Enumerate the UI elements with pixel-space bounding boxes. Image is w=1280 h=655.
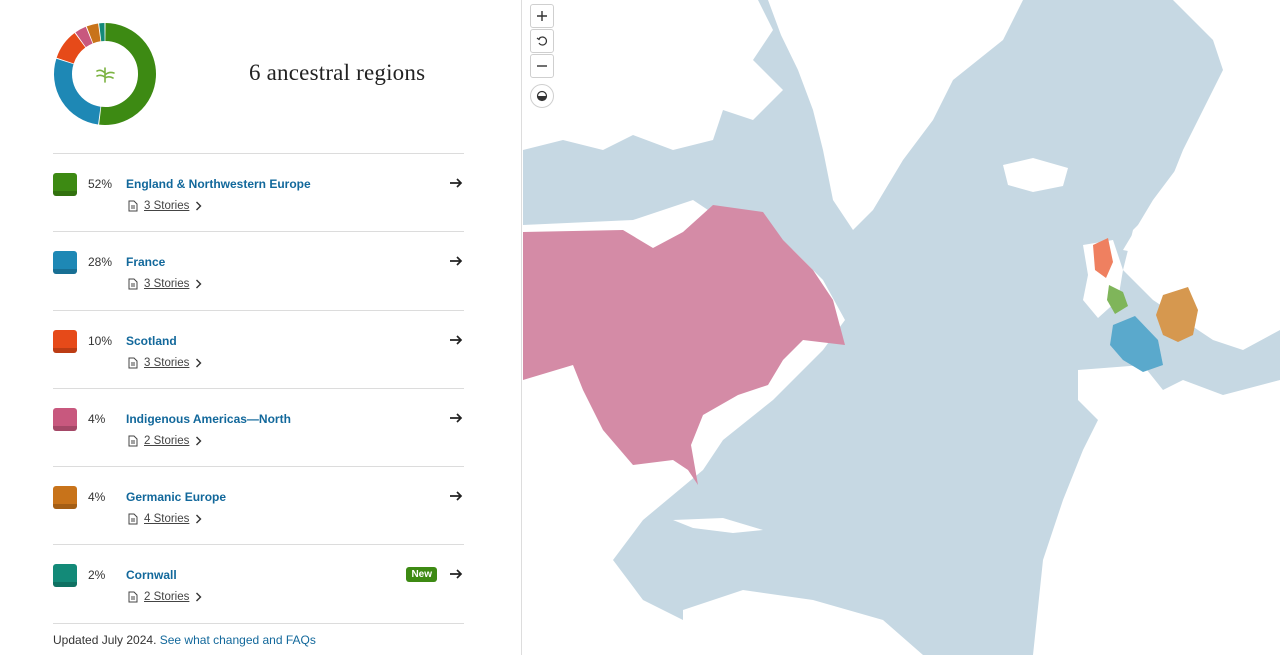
region-percent: 4% [88, 490, 106, 505]
footer-note: Updated July 2024. See what changed and … [53, 633, 316, 647]
updated-text: Updated July 2024. [53, 633, 157, 647]
document-icon [128, 435, 138, 447]
region-name-link[interactable]: France [126, 255, 165, 269]
region-color-swatch [53, 486, 77, 510]
region-name-link[interactable]: Cornwall [126, 568, 177, 582]
footer-divider [53, 623, 464, 624]
chevron-right-icon [196, 592, 202, 602]
reset-icon [536, 36, 547, 46]
regions-list: 52% England & Northwestern Europe 3 Stor… [53, 153, 464, 623]
document-icon [128, 513, 138, 525]
ancestry-leaf-icon [90, 60, 120, 90]
region-color-swatch [53, 251, 77, 275]
region-color-swatch [53, 173, 77, 196]
stories-label: 2 Stories [144, 434, 190, 447]
donut-segment-2 [56, 33, 86, 64]
plus-icon [537, 11, 547, 21]
contrast-toggle-button[interactable] [530, 84, 554, 108]
stories-label: 2 Stories [144, 591, 190, 604]
ancestry-map[interactable] [523, 0, 1280, 655]
stories-link[interactable]: 3 Stories [128, 278, 202, 290]
region-percent: 2% [88, 568, 106, 583]
region-color-swatch [53, 407, 77, 431]
region-color-swatch [53, 564, 77, 588]
map-canvas[interactable] [523, 0, 1280, 655]
donut-segment-3 [75, 26, 93, 48]
stories-label: 3 Stories [144, 200, 190, 212]
regions-heading: 6 ancestral regions [249, 60, 426, 85]
stories-link[interactable]: 3 Stories [128, 357, 202, 369]
arrow-right-icon[interactable] [448, 253, 464, 269]
region-row-france[interactable]: 28% France 3 Stories [53, 231, 464, 309]
faq-link[interactable]: See what changed and FAQs [160, 633, 316, 647]
region-row-germanic-europe[interactable]: 4% Germanic Europe 4 Stories [53, 466, 464, 544]
stories-label: 4 Stories [144, 513, 190, 526]
chevron-right-icon [196, 514, 202, 524]
region-percent: 52% [88, 177, 113, 191]
stories-label: 3 Stories [144, 278, 190, 291]
map-controls [530, 4, 554, 108]
region-row-scotland[interactable]: 10% Scotland 3 Stories [53, 309, 464, 388]
region-color-swatch [53, 329, 77, 353]
zoom-in-button[interactable] [530, 4, 554, 28]
new-badge: New [406, 567, 437, 583]
region-percent: 28% [88, 255, 113, 270]
region-row-cornwall[interactable]: 2% Cornwall New 2 Stories [53, 544, 464, 622]
results-panel: 6 ancestral regions 52% England & Northw… [0, 0, 522, 655]
stories-label: 3 Stories [144, 356, 190, 369]
region-percent: 4% [88, 411, 106, 426]
arrow-right-icon[interactable] [448, 488, 464, 504]
region-name-link[interactable]: Indigenous Americas—North [126, 412, 291, 426]
donut-segment-4 [86, 23, 101, 44]
document-icon [128, 200, 138, 212]
contrast-icon [536, 90, 548, 102]
stories-link[interactable]: 3 Stories [128, 200, 202, 212]
region-name-link[interactable]: Germanic Europe [126, 490, 226, 504]
arrow-right-icon[interactable] [448, 332, 464, 348]
stories-link[interactable]: 2 Stories [128, 591, 202, 603]
region-row-indigenous-americas[interactable]: 4% Indigenous Americas—North 2 Stories [53, 387, 464, 466]
zoom-out-button[interactable] [530, 54, 554, 78]
minus-icon [537, 65, 547, 67]
stories-link[interactable]: 4 Stories [128, 513, 202, 525]
chevron-right-icon [196, 436, 202, 446]
document-icon [128, 591, 138, 603]
region-percent: 10% [88, 333, 113, 348]
chevron-right-icon [196, 358, 202, 368]
arrow-right-icon[interactable] [448, 175, 464, 191]
document-icon [128, 278, 138, 290]
arrow-right-icon[interactable] [448, 410, 464, 426]
stories-link[interactable]: 2 Stories [128, 435, 202, 447]
document-icon [128, 357, 138, 369]
chevron-right-icon [196, 279, 202, 289]
arrow-right-icon[interactable] [448, 566, 464, 582]
chevron-right-icon [196, 201, 202, 211]
region-name-link[interactable]: Scotland [126, 334, 177, 348]
region-row-england[interactable]: 52% England & Northwestern Europe 3 Stor… [53, 153, 464, 231]
region-name-link[interactable]: England & Northwestern Europe [126, 177, 311, 191]
reset-view-button[interactable] [530, 29, 554, 53]
